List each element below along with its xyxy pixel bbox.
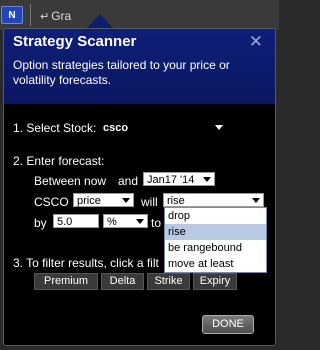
direction-dropdown-list: drop rise be rangebound move at least bbox=[164, 207, 267, 273]
step3-label: 3. To filter results, click a filt bbox=[13, 256, 159, 270]
filter-premium-button[interactable]: Premium bbox=[34, 273, 98, 290]
return-arrow-icon: ↵ bbox=[40, 11, 50, 23]
unit-select-value: % bbox=[107, 216, 117, 228]
filter-expiry-button[interactable]: Expiry bbox=[193, 273, 237, 290]
direction-select[interactable]: rise bbox=[163, 193, 264, 207]
chevron-down-icon bbox=[215, 125, 223, 130]
graph-tab[interactable]: ↵ Gra bbox=[40, 9, 71, 23]
n-button[interactable]: N bbox=[1, 6, 23, 24]
chevron-down-icon bbox=[252, 198, 260, 203]
will-label: will bbox=[141, 195, 158, 209]
popup-caret bbox=[86, 14, 114, 29]
between-now-label: Between now bbox=[34, 174, 107, 188]
ticker-label: CSCO bbox=[34, 195, 69, 209]
direction-select-value: rise bbox=[167, 195, 185, 207]
dropdown-option-rise[interactable]: rise bbox=[165, 224, 266, 240]
stock-select[interactable]: csco bbox=[99, 120, 227, 134]
filter-delta-button[interactable]: Delta bbox=[101, 273, 144, 290]
dropdown-option-move-at-least[interactable]: move at least bbox=[165, 256, 266, 272]
amount-input[interactable]: 5.0 bbox=[53, 214, 99, 228]
popup-description: Option strategies tailored to your price… bbox=[13, 58, 230, 87]
close-icon[interactable]: ✕ bbox=[249, 32, 263, 52]
chevron-down-icon bbox=[122, 198, 130, 203]
filter-strike-button[interactable]: Strike bbox=[147, 273, 190, 290]
toolbar-divider bbox=[30, 4, 31, 26]
unit-select[interactable]: % bbox=[103, 214, 148, 228]
graph-tab-label: Gra bbox=[51, 9, 72, 23]
strategy-scanner-popup: Strategy Scanner ✕ Option strategies tai… bbox=[3, 28, 276, 346]
by-label: by bbox=[34, 216, 47, 230]
date-select-value: Jan17 '14 bbox=[147, 174, 195, 186]
chevron-down-icon bbox=[203, 177, 211, 182]
step2-label: 2. Enter forecast: bbox=[13, 154, 105, 168]
dropdown-option-drop[interactable]: drop bbox=[165, 208, 266, 224]
stock-select-value: csco bbox=[103, 122, 129, 134]
and-label: and bbox=[118, 174, 139, 188]
to-label: to bbox=[151, 216, 162, 230]
done-button[interactable]: DONE bbox=[202, 315, 254, 334]
metric-select-value: price bbox=[77, 195, 101, 207]
step1-label: 1. Select Stock: bbox=[13, 121, 97, 135]
amount-input-value: 5.0 bbox=[57, 216, 73, 228]
date-select[interactable]: Jan17 '14 bbox=[143, 172, 215, 186]
top-strip: N ↵ Gra bbox=[0, 0, 279, 30]
metric-select[interactable]: price bbox=[73, 193, 134, 207]
chevron-down-icon bbox=[136, 219, 144, 224]
popup-title: Strategy Scanner bbox=[13, 33, 137, 50]
popup-header: Strategy Scanner ✕ Option strategies tai… bbox=[4, 29, 275, 104]
dropdown-option-rangebound[interactable]: be rangebound bbox=[165, 240, 266, 256]
